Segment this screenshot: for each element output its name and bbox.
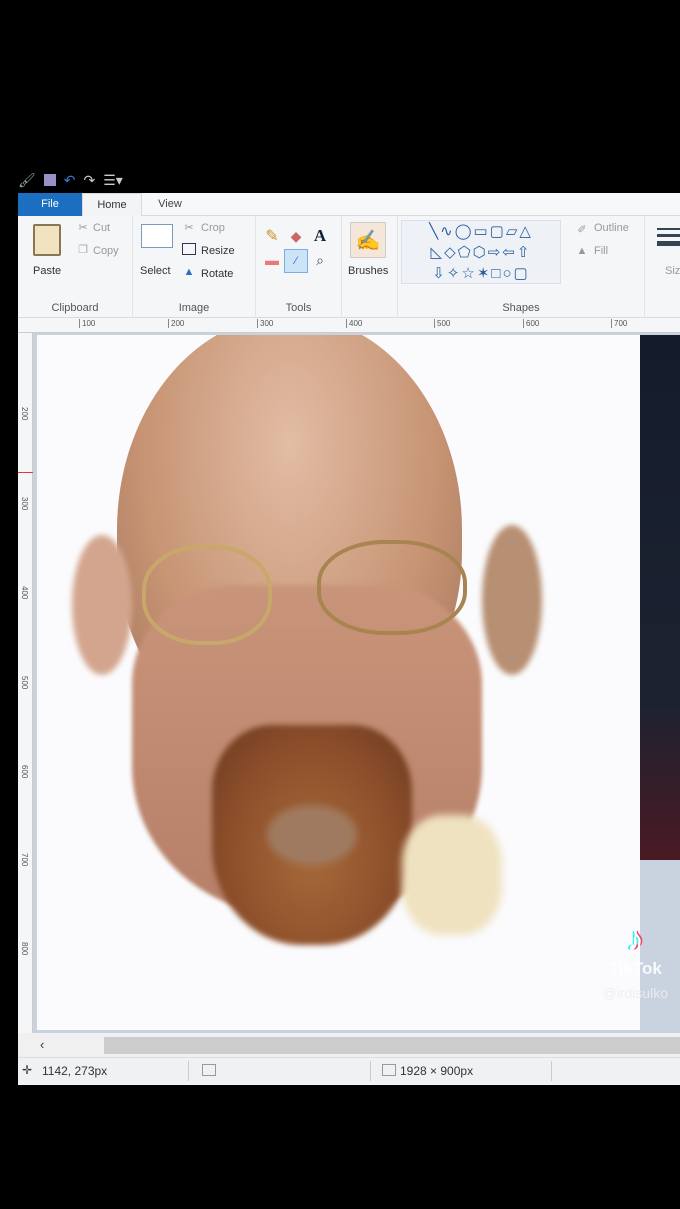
ruler-tick: 200 [20,407,29,421]
brushes-button[interactable]: Brushes [348,265,388,277]
shapes-gallery[interactable]: ╲∿◯▭▢▱△ ◺◇⬠⬡⇨⇦⇧ ⇩✧☆✶□○▢ [401,220,561,284]
shapes-row-icons: ◺◇⬠⬡⇨⇦⇧ [430,243,532,261]
clipboard-label: Clipboard [51,302,99,314]
canvas-area [33,333,680,1033]
paste-icon[interactable] [33,224,61,256]
tab-file[interactable]: File [18,193,82,216]
shapes-label: Shapes [502,302,540,314]
ruler-tick: 700 [20,853,29,867]
text-icon[interactable]: A [310,226,330,246]
ruler-tick: 800 [20,942,29,956]
resize-icon [182,243,196,255]
outline-icon: ✐ [577,223,587,236]
cursor-position: 1142, 273px [42,1064,108,1078]
undo-icon[interactable]: ↶ [64,172,76,189]
cursor-position-icon: ✛ [22,1063,33,1077]
tiktok-watermark: ♪ TikTok @irdisulko [602,920,668,1001]
tiktok-brand: TikTok [608,959,662,978]
ruler-tick: 100 [79,319,95,328]
paste-button[interactable]: Paste [33,265,61,277]
ruler-tick: 500 [434,319,450,328]
color-picker-icon[interactable]: ∕ [284,249,308,273]
ribbon-tabs: File Home View [18,193,680,216]
clipboard-group: Paste ✂ Cut ❐ Copy Clipboard [18,216,133,318]
tools-label: Tools [285,302,312,314]
copy-icon: ❐ [78,243,88,256]
shapes-row-icons: ╲∿◯▭▢▱△ [429,222,533,240]
ruler-tick: 500 [20,676,29,690]
size-icon[interactable] [657,224,680,250]
fill-button[interactable]: Fill [594,245,608,257]
ruler-tick: 700 [611,319,627,328]
status-bar: ✛ 1142, 273px 1928 × 900px [18,1057,680,1084]
image-label: Image [178,302,210,314]
rotate-icon: ▲ [183,266,195,278]
crop-button[interactable]: Crop [201,222,225,234]
select-icon[interactable] [141,224,173,248]
eraser-icon[interactable]: ▬ [262,250,282,270]
ruler-tick: 600 [523,319,539,328]
customize-icon[interactable]: ☰▾ [103,172,123,189]
crop-icon: ✂ [184,221,194,234]
brushes-group: ✍ Brushes [342,216,398,318]
cursor-marker [18,472,33,473]
canvas-size: 1928 × 900px [400,1064,474,1078]
size-group: Siz [645,216,680,318]
ruler-tick: 400 [346,319,362,328]
select-button[interactable]: Select [140,265,171,277]
fill-icon: ▲ [576,245,588,257]
fill-bucket-icon[interactable]: ◆ [286,226,306,246]
tab-view[interactable]: View [148,193,192,216]
scroll-left-icon[interactable]: ‹ [40,1037,44,1052]
tiktok-username: @irdisulko [602,985,668,1001]
shapes-group: ╲∿◯▭▢▱△ ◺◇⬠⬡⇨⇦⇧ ⇩✧☆✶□○▢ ✐ Outline ▲ Fill… [398,216,645,318]
horizontal-ruler: 100 200 300 400 500 600 700 [18,318,680,333]
canvas-size-icon [382,1064,396,1076]
reference-photo [640,335,680,860]
ribbon: Paste ✂ Cut ❐ Copy Clipboard Select ✂ Cr… [18,216,680,318]
selection-size-icon [202,1064,216,1076]
pencil-icon[interactable]: ✎ [262,226,282,246]
size-button[interactable]: Siz [665,265,680,277]
copy-button[interactable]: Copy [93,245,119,257]
paint-app-icon[interactable]: 🖌 [18,172,36,189]
brushes-icon[interactable]: ✍ [350,222,386,258]
image-group: Select ✂ Crop Resize ▲ Rotate Image [133,216,256,318]
ruler-tick: 300 [257,319,273,328]
redo-icon[interactable]: ↷ [84,172,96,189]
ruler-tick: 600 [20,765,29,779]
tiktok-logo-icon: ♪ [626,920,644,958]
quick-access-toolbar: 🖌 ↶ ↷ ☰▾ [18,170,123,190]
ruler-tick: 200 [168,319,184,328]
tools-group: ✎ ◆ A ▬ ∕ ⌕ Tools [256,216,342,318]
horizontal-scrollbar[interactable]: ‹ [18,1033,680,1057]
cut-button[interactable]: Cut [93,222,110,234]
rotate-button[interactable]: Rotate [201,268,233,280]
ruler-tick: 400 [20,586,29,600]
resize-button[interactable]: Resize [201,245,235,257]
magnifier-icon[interactable]: ⌕ [310,250,330,270]
portrait-painting [72,335,542,965]
vertical-ruler: 200 300 400 500 600 700 800 900 [18,333,33,1046]
shapes-row-icons: ⇩✧☆✶□○▢ [432,264,530,282]
save-icon[interactable] [43,174,56,186]
scrollbar-thumb[interactable] [104,1037,680,1054]
tab-home[interactable]: Home [82,193,142,216]
outline-button[interactable]: Outline [594,222,629,234]
ruler-tick: 300 [20,497,29,511]
cut-icon: ✂ [78,221,88,234]
drawing-canvas[interactable] [37,335,640,1030]
